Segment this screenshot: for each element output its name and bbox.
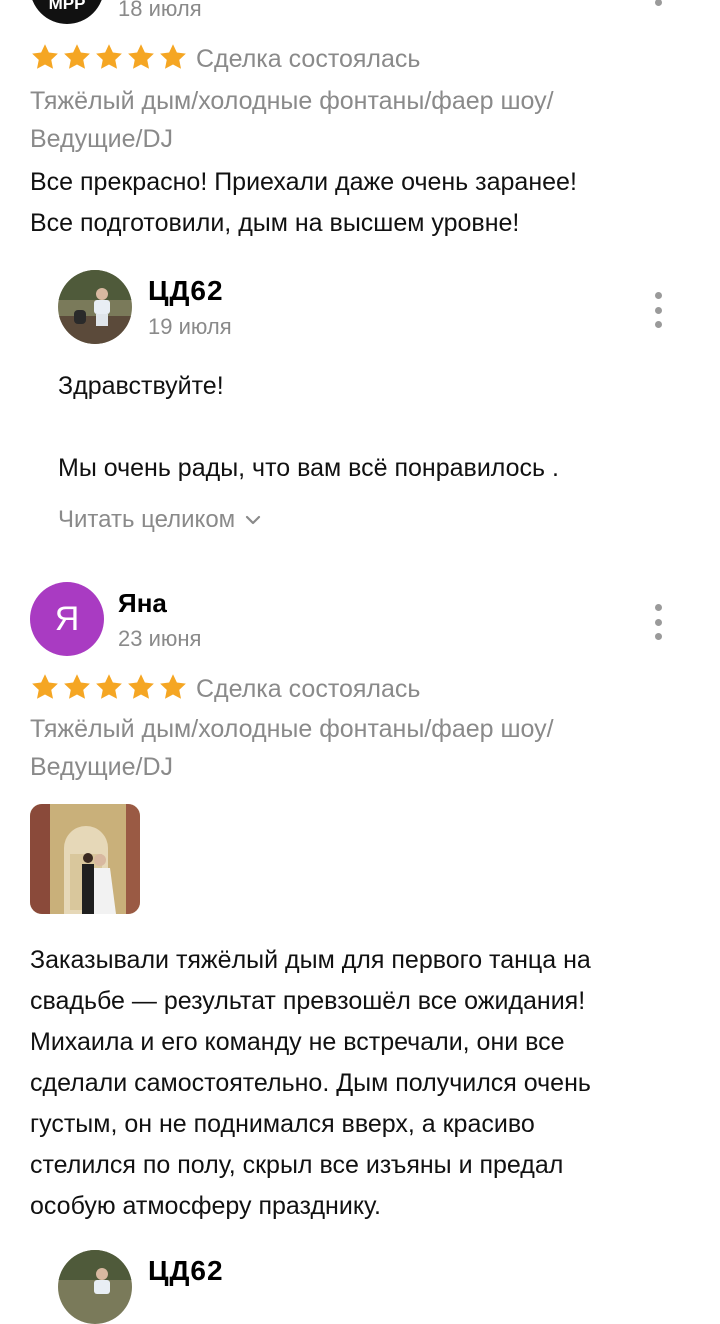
rating-stars [30,42,188,72]
service-tags-line: Ведущие/DJ [30,753,174,781]
reviewer-avatar: Я [30,582,104,656]
deal-status: Сделка состоялась [196,675,421,703]
review-text-line: Михаила и его команду не встречали, они … [30,1028,565,1056]
service-tags: Тяжёлый дым/холодные фонтаны/фаер шоу/ В… [30,82,670,158]
avatar-photo [58,270,132,344]
review-text-line: густым, он не поднимался вверх, а красив… [30,1110,535,1138]
more-vertical-icon[interactable] [648,604,668,640]
rating-stars [30,672,188,702]
star-icon [160,674,186,699]
review-text: Заказывали тяжёлый дым для первого танца… [30,940,591,1227]
star-icon [64,44,90,69]
more-vertical-icon[interactable] [648,0,668,6]
read-more-label: Читать целиком [58,506,236,533]
review-text-line: сделали самостоятельно. Дым получился оч… [30,1069,591,1097]
reply-text-line: Здравствуйте! [58,372,224,400]
review-text-line: стелился по полу, скрыл все изъяны и пре… [30,1151,564,1179]
service-tags-line: Тяжёлый дым/холодные фонтаны/фаер шоу/ [30,87,554,115]
reply-author-avatar [58,270,132,344]
star-icon [96,674,122,699]
reviewer-name: Яна [118,588,167,618]
more-vertical-icon[interactable] [648,292,668,328]
review-text: Все прекрасно! Приехали даже очень заран… [30,162,577,244]
review-text-line: Все прекрасно! Приехали даже очень заран… [30,168,577,196]
chevron-down-icon [246,515,261,525]
review-text-line: Заказывали тяжёлый дым для первого танца… [30,946,591,974]
review-photo-image [30,804,140,914]
reply-date: 19 июля [148,314,232,339]
star-icon [64,674,90,699]
reply-author-name: ЦД62 [148,275,224,306]
deal-status: Сделка состоялась [196,45,421,73]
star-icon [96,44,122,69]
star-icon [128,44,154,69]
reviewer-avatar-letter: Я [54,599,80,638]
star-icon [160,44,186,69]
reviewer-avatar: МРР [30,0,104,24]
service-tags: Тяжёлый дым/холодные фонтаны/фаер шоу/ В… [30,710,670,786]
reviewer-avatar-text: МРР [48,0,86,13]
review-text-line: особую атмосферу празднику. [30,1192,381,1220]
review-date: 23 июня [118,626,202,651]
review-date: 18 июля [118,0,202,21]
service-tags-line: Ведущие/DJ [30,125,174,153]
star-icon [32,44,58,69]
review-text-line: Все подготовили, дым на высшем уровне! [30,209,520,237]
star-icon [128,674,154,699]
service-tags-line: Тяжёлый дым/холодные фонтаны/фаер шоу/ [30,715,554,743]
review-text-line: свадьбе — результат превзошёл все ожидан… [30,987,586,1015]
reply-text-line: Мы очень рады, что вам всё понравилось . [58,454,559,482]
reply-author-name: ЦД62 [148,1255,224,1286]
reply-author-avatar [58,1250,132,1324]
star-icon [32,674,58,699]
review-photo[interactable] [30,804,140,914]
read-more-link[interactable]: Читать целиком [58,505,261,535]
avatar-photo [58,1250,132,1324]
